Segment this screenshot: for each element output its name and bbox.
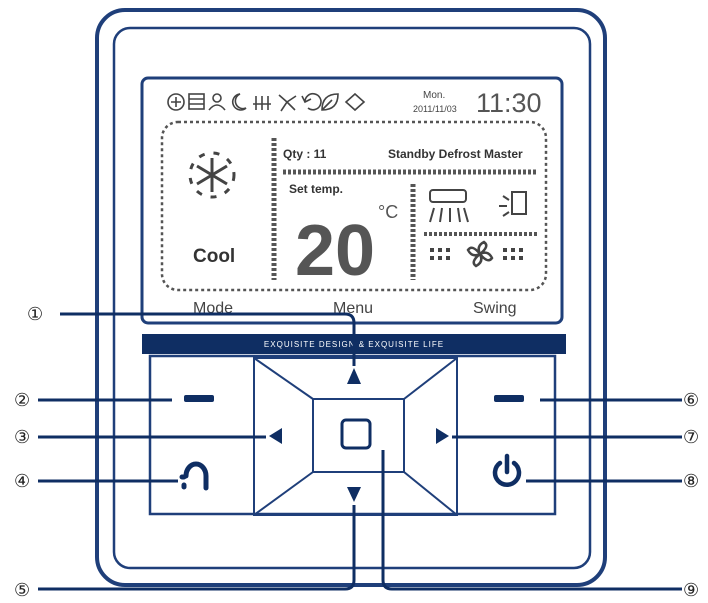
- callout-6: ⑥: [683, 390, 699, 410]
- left-soft-key-button[interactable]: [184, 395, 214, 402]
- lcd-status: Standby Defrost Master: [388, 147, 523, 161]
- callout-8: ⑧: [683, 471, 699, 491]
- lcd-set-temp-label: Set temp.: [289, 182, 343, 196]
- lcd-time: 11:30: [476, 88, 542, 118]
- callout-3: ③: [14, 427, 30, 447]
- callout-2: ②: [14, 390, 30, 410]
- callout-4: ④: [14, 471, 30, 491]
- controller-diagram: Mon. 2011/11/03 11:30 Cool Qty : 11 Stan…: [14, 8, 699, 600]
- lcd-temperature: 20: [295, 211, 375, 291]
- callout-7: ⑦: [683, 427, 699, 447]
- lcd-qty: Qty : 11: [283, 147, 327, 161]
- soft-label-swing: Swing: [473, 300, 517, 317]
- callout-9: ⑨: [683, 580, 699, 600]
- lcd-unit: °C: [378, 202, 398, 222]
- right-soft-key-button[interactable]: [494, 395, 524, 402]
- lcd-mode: Cool: [193, 246, 235, 267]
- heat-icon: [253, 96, 271, 110]
- lcd-day: Mon.: [423, 90, 445, 101]
- callout-5: ⑤: [14, 580, 30, 600]
- callout-1: ①: [27, 304, 43, 324]
- lcd-date: 2011/11/03: [413, 104, 457, 114]
